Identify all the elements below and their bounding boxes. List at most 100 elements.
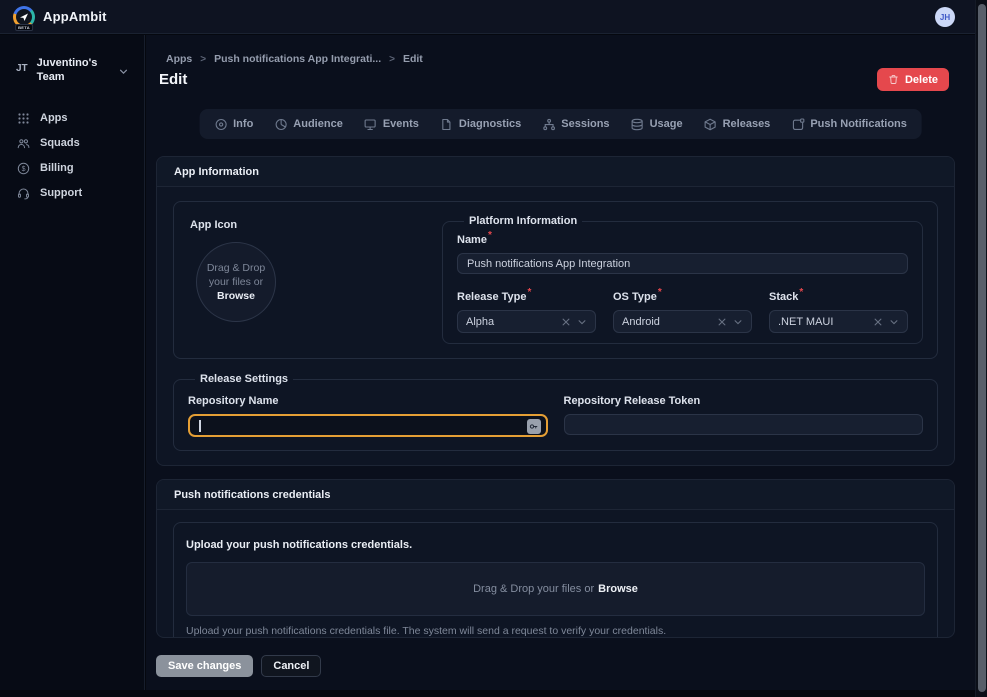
package-icon: [704, 118, 717, 131]
headset-icon: [17, 187, 30, 200]
required-mark: *: [488, 230, 492, 241]
page-title: Edit: [159, 71, 187, 88]
app-icon-label: App Icon: [190, 219, 237, 231]
text-caret: [199, 420, 201, 432]
paper-plane-icon: [19, 12, 29, 22]
team-initials: JT: [16, 63, 28, 74]
push-credentials-header: Push notifications credentials: [157, 480, 954, 510]
user-avatar[interactable]: JH: [935, 7, 955, 27]
file-icon: [440, 118, 453, 131]
brand[interactable]: BETA AppAmbit: [13, 6, 107, 28]
release-settings-row: Repository Name Repository Release Token: [188, 391, 923, 437]
scrollbar-thumb[interactable]: [978, 4, 986, 692]
release-type-select[interactable]: Alpha: [457, 310, 596, 333]
tab-events[interactable]: Events: [364, 118, 419, 131]
sidebar-item-support[interactable]: Support: [0, 181, 144, 206]
name-label: Name: [457, 234, 487, 246]
required-mark: *: [528, 287, 532, 298]
sidebar-item-label: Squads: [40, 137, 80, 149]
scrollbar[interactable]: [975, 0, 987, 697]
breadcrumb-apps[interactable]: Apps: [166, 53, 192, 65]
os-type-select[interactable]: Android: [613, 310, 752, 333]
tab-label: Push Notifications: [810, 118, 907, 130]
cancel-button[interactable]: Cancel: [261, 655, 321, 677]
tab-info[interactable]: Info: [214, 118, 253, 131]
sidebar-item-apps[interactable]: Apps: [0, 106, 144, 131]
chevron-down-icon: [118, 64, 129, 82]
repository-release-token-label: Repository Release Token: [564, 395, 701, 407]
stack-select[interactable]: .NET MAUI: [769, 310, 908, 333]
delete-button[interactable]: Delete: [877, 68, 949, 91]
push-credentials-card: Push notifications credentials Upload yo…: [156, 479, 955, 638]
team-selector[interactable]: JT Juventino's Team: [0, 35, 144, 85]
app-information-card: App Information App Icon Drag & Drop you…: [156, 156, 955, 466]
breadcrumb: Apps > Push notifications App Integrati.…: [166, 53, 423, 65]
logo-inner: [16, 9, 32, 25]
release-type-label: Release Type: [457, 291, 527, 303]
tab-label: Sessions: [561, 118, 609, 130]
chevron-down-icon[interactable]: [733, 317, 743, 327]
release-settings-legend: Release Settings: [195, 373, 293, 385]
stack-field: Stack* .NET MAUI: [769, 287, 908, 333]
app-root: BETA AppAmbit JH JT Juventino's Team App…: [0, 0, 987, 697]
tab-label: Releases: [723, 118, 771, 130]
clear-icon[interactable]: [873, 317, 883, 327]
appambit-logo-icon: BETA: [13, 6, 35, 28]
tab-sessions[interactable]: Sessions: [542, 118, 609, 131]
stack-label: Stack: [769, 291, 798, 303]
tab-push-notifications[interactable]: Push Notifications: [791, 118, 907, 131]
app-icon-dropzone[interactable]: Drag & Drop your files or Browse: [196, 242, 276, 322]
tab-audience[interactable]: Audience: [274, 118, 343, 131]
credentials-helper-text: Upload your push notifications credentia…: [186, 625, 925, 637]
repository-name-input[interactable]: [188, 414, 548, 437]
release-settings-fieldset: Release Settings Repository Name Reposit…: [173, 373, 938, 451]
name-input[interactable]: [457, 253, 908, 274]
form-actions: Save changes Cancel: [156, 655, 321, 677]
tab-usage[interactable]: Usage: [631, 118, 683, 131]
chevron-down-icon[interactable]: [889, 317, 899, 327]
sidebar-nav: Apps Squads $ Billing Support: [0, 106, 144, 206]
push-credentials-panel: Upload your push notifications credentia…: [173, 522, 938, 638]
upload-credentials-label: Upload your push notifications credentia…: [186, 539, 412, 551]
platform-information-legend: Platform Information: [464, 215, 582, 227]
tab-label: Audience: [293, 118, 343, 130]
brand-name: AppAmbit: [43, 9, 107, 24]
sidebar: JT Juventino's Team Apps Squads $: [0, 35, 145, 690]
sidebar-item-squads[interactable]: Squads: [0, 131, 144, 156]
release-type-value: Alpha: [466, 316, 555, 328]
tab-diagnostics[interactable]: Diagnostics: [440, 118, 521, 131]
required-mark: *: [658, 287, 662, 298]
password-manager-key-icon[interactable]: [527, 419, 541, 434]
platform-selects-row: Release Type* Alpha OS Type* Android: [457, 287, 908, 333]
breadcrumb-separator: >: [200, 54, 206, 65]
chevron-down-icon[interactable]: [577, 317, 587, 327]
sidebar-item-billing[interactable]: $ Billing: [0, 156, 144, 181]
os-type-field: OS Type* Android: [613, 287, 752, 333]
clear-icon[interactable]: [717, 317, 727, 327]
beta-badge: BETA: [15, 24, 33, 31]
browse-link[interactable]: Browse: [217, 290, 255, 302]
os-type-label: OS Type: [613, 291, 657, 303]
grid-icon: [17, 112, 30, 125]
credentials-dropzone[interactable]: Drag & Drop your files or Browse: [186, 562, 925, 616]
tab-label: Info: [233, 118, 253, 130]
database-icon: [631, 118, 644, 131]
credentials-dropzone-text: Drag & Drop your files or: [473, 583, 594, 595]
browse-link[interactable]: Browse: [598, 583, 638, 595]
tab-label: Events: [383, 118, 419, 130]
app-icon-dropzone-text: Drag & Drop your files or Browse: [203, 261, 269, 304]
tab-releases[interactable]: Releases: [704, 118, 771, 131]
breadcrumb-app[interactable]: Push notifications App Integrati...: [214, 53, 381, 65]
monitor-icon: [364, 118, 377, 131]
tab-bar: Info Audience Events Diagnostics Session…: [199, 109, 922, 139]
tab-label: Usage: [650, 118, 683, 130]
save-changes-button[interactable]: Save changes: [156, 655, 253, 677]
repository-release-token-input[interactable]: [564, 414, 924, 435]
sidebar-item-label: Billing: [40, 162, 74, 174]
trash-icon: [888, 74, 899, 85]
sidebar-item-label: Support: [40, 187, 82, 199]
name-field: Name*: [457, 230, 908, 274]
clear-icon[interactable]: [561, 317, 571, 327]
platform-information-fieldset: Platform Information Name* Release Type*…: [442, 215, 923, 344]
breadcrumb-edit: Edit: [403, 53, 423, 65]
